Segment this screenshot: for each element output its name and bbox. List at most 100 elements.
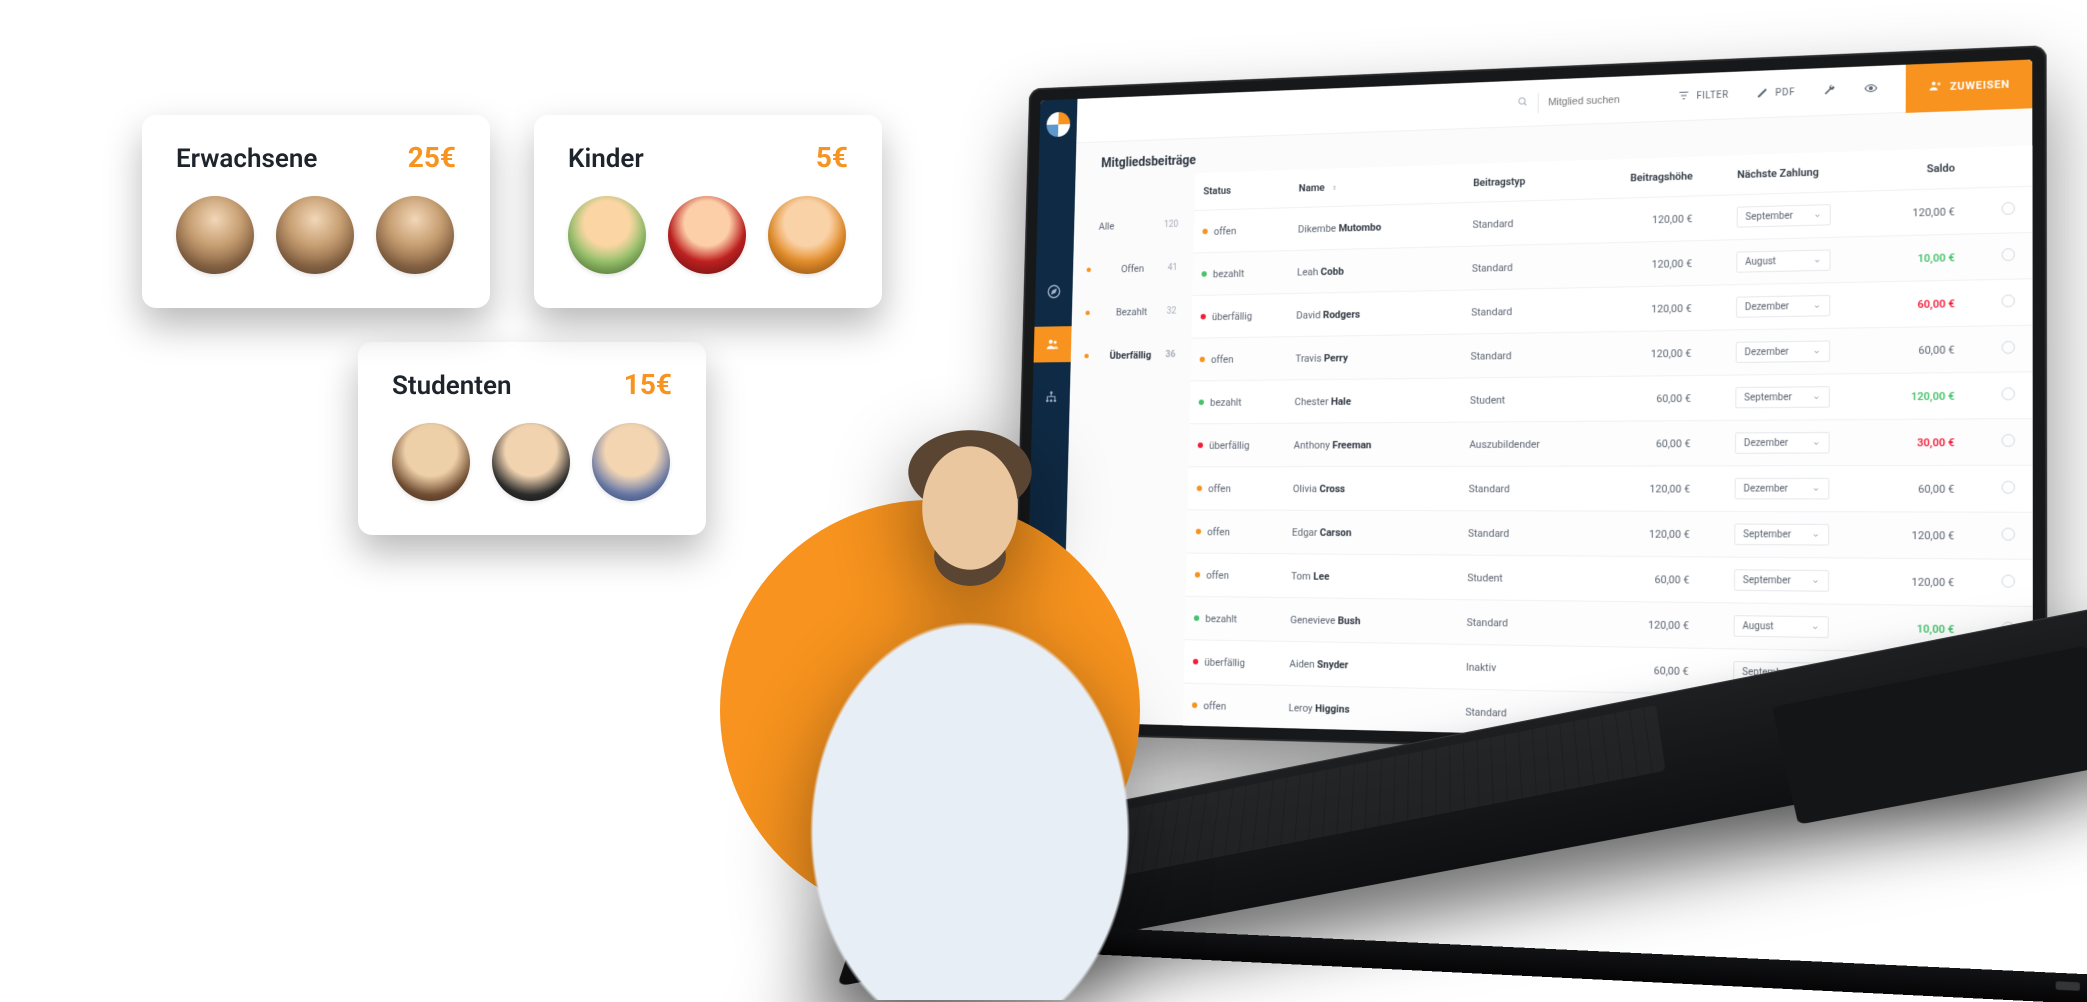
- table-row[interactable]: offenEdgar CarsonStandard120,00 €Septemb…: [1187, 510, 2033, 559]
- member-name: Anthony Freeman: [1284, 422, 1460, 467]
- pdf-label: PDF: [1775, 87, 1795, 98]
- avatar: [376, 196, 454, 274]
- card-title: Kinder: [568, 144, 644, 174]
- next-payment-select[interactable]: September: [1735, 386, 1830, 408]
- filter-icon: [1677, 89, 1691, 106]
- status-filter-item[interactable]: Überfällig 36: [1070, 332, 1191, 377]
- member-name: Leroy Higgins: [1279, 685, 1456, 734]
- row-select-radio[interactable]: [2002, 387, 2015, 400]
- row-select-radio[interactable]: [2002, 248, 2015, 261]
- saldo-value: 120,00 €: [1912, 529, 1955, 542]
- fee-type: Standard: [1457, 600, 1594, 647]
- status-filter-item[interactable]: Offen41: [1073, 245, 1194, 291]
- next-payment-select[interactable]: September: [1734, 569, 1829, 591]
- row-select-radio[interactable]: [2002, 202, 2015, 215]
- col-status[interactable]: Status: [1194, 170, 1290, 211]
- chevron-down-icon: [1812, 347, 1821, 356]
- saldo-value: 120,00 €: [1911, 389, 1955, 402]
- fee-amount: 120,00 €: [1594, 601, 1725, 648]
- table-row[interactable]: bezahltChester HaleStudent60,00 €Septemb…: [1190, 372, 2033, 424]
- member-name: Olivia Cross: [1284, 466, 1460, 510]
- status-badge: bezahlt: [1201, 267, 1244, 280]
- status-badge: offen: [1197, 483, 1231, 495]
- fee-type: Standard: [1458, 511, 1595, 556]
- status-badge: offen: [1195, 569, 1229, 581]
- next-payment-select[interactable]: Dezember: [1735, 432, 1830, 454]
- search-input[interactable]: [1538, 88, 1651, 113]
- assign-button[interactable]: ZUWEISEN: [1906, 59, 2033, 112]
- avatar: [392, 423, 470, 501]
- table-row[interactable]: überfälligAnthony FreemanAuszubildender6…: [1189, 419, 2033, 467]
- col-name[interactable]: Name: [1290, 164, 1465, 208]
- avatar: [592, 423, 670, 501]
- pencil-icon: [1756, 86, 1770, 103]
- avatar: [768, 196, 846, 274]
- members-icon[interactable]: [1034, 326, 1072, 362]
- table-row[interactable]: offenOlivia CrossStandard120,00 €Dezembe…: [1188, 465, 2033, 512]
- saldo-value: 10,00 €: [1918, 251, 1955, 265]
- filter-count: 36: [1165, 349, 1175, 359]
- avatar: [176, 196, 254, 274]
- row-select-radio[interactable]: [2002, 294, 2015, 307]
- filter-label: Alle: [1099, 220, 1115, 232]
- status-filter-item[interactable]: Bezahlt32: [1071, 289, 1192, 334]
- row-select-radio[interactable]: [2002, 341, 2015, 354]
- status-badge: bezahlt: [1199, 396, 1242, 408]
- chevron-down-icon: [1811, 623, 1820, 632]
- next-payment-select[interactable]: Dezember: [1735, 478, 1830, 500]
- tools-button[interactable]: [1822, 83, 1836, 100]
- fee-amount: 60,00 €: [1594, 556, 1724, 603]
- row-select-radio[interactable]: [2002, 528, 2015, 541]
- chevron-down-icon: [1811, 530, 1820, 539]
- fee-type: Standard: [1461, 332, 1597, 378]
- status-badge: überfällig: [1200, 310, 1252, 323]
- fee-type: Standard: [1462, 287, 1598, 334]
- avatar: [276, 196, 354, 274]
- row-select-radio[interactable]: [2002, 481, 2015, 494]
- next-payment-select[interactable]: Dezember: [1736, 340, 1830, 363]
- saldo-value: 60,00 €: [1918, 343, 1954, 356]
- filter-button[interactable]: FILTER: [1677, 87, 1729, 105]
- row-select-radio[interactable]: [2002, 434, 2015, 447]
- filter-label: Überfällig: [1110, 349, 1152, 361]
- filter-label: FILTER: [1696, 90, 1729, 102]
- chevron-down-icon: [1812, 438, 1821, 447]
- filter-count: 120: [1164, 219, 1179, 229]
- chevron-down-icon: [1813, 211, 1822, 220]
- col-amount[interactable]: Beitragshöhe: [1599, 156, 1728, 199]
- status-badge: offen: [1196, 526, 1230, 538]
- next-payment-select[interactable]: Dezember: [1736, 295, 1830, 318]
- chevron-down-icon: [1812, 393, 1821, 402]
- avatar: [668, 196, 746, 274]
- card-title: Erwachsene: [176, 144, 317, 174]
- next-payment-select[interactable]: September: [1734, 524, 1829, 546]
- member-name: Genevieve Bush: [1281, 597, 1458, 644]
- visibility-button[interactable]: [1864, 81, 1878, 98]
- avatar: [492, 423, 570, 501]
- fee-amount: 60,00 €: [1596, 375, 1726, 421]
- compass-icon[interactable]: [1044, 281, 1063, 301]
- pdf-button[interactable]: PDF: [1756, 85, 1795, 103]
- next-payment-select[interactable]: August: [1734, 615, 1829, 638]
- wrench-icon: [1822, 83, 1836, 100]
- filter-label: Bezahlt: [1116, 305, 1148, 317]
- card-price: 25€: [408, 141, 456, 174]
- row-select-radio[interactable]: [2002, 575, 2015, 588]
- col-next[interactable]: Nächste Zahlung: [1727, 150, 1882, 195]
- card-title: Studenten: [392, 371, 512, 401]
- status-badge: offen: [1191, 743, 1225, 747]
- card-price: 15€: [624, 368, 672, 401]
- search-icon: [1516, 95, 1528, 111]
- col-saldo[interactable]: Saldo: [1882, 147, 1992, 191]
- filter-label: Offen: [1121, 262, 1144, 274]
- card-kinder: Kinder 5€: [534, 115, 882, 308]
- chevron-down-icon: [1813, 301, 1822, 310]
- next-payment-select[interactable]: August: [1736, 249, 1830, 272]
- next-payment-select[interactable]: September: [1737, 204, 1831, 228]
- search-input-wrap[interactable]: [1516, 88, 1650, 114]
- chevron-down-icon: [1811, 576, 1820, 585]
- status-filter-item[interactable]: Alle 120: [1074, 202, 1195, 248]
- col-type[interactable]: Beitragstyp: [1464, 160, 1599, 203]
- saldo-value: 30,00 €: [1917, 436, 1954, 449]
- fee-type: Inaktiv: [1456, 644, 1593, 692]
